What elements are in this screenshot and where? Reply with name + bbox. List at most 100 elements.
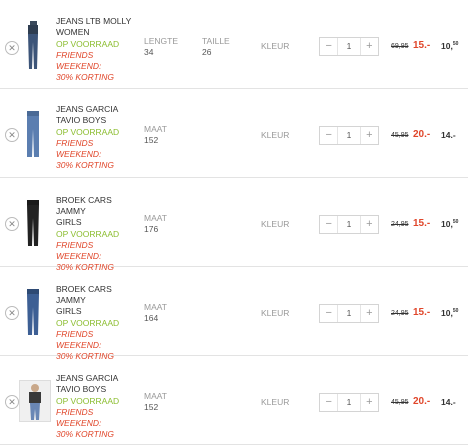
promo-text: Friends weekend: bbox=[56, 240, 102, 261]
product-name-line[interactable]: TAVIO BOYS bbox=[56, 384, 140, 395]
product-image[interactable] bbox=[20, 198, 46, 248]
stock-status: OP VOORRAAD bbox=[56, 39, 120, 49]
total-main: 14.- bbox=[441, 130, 456, 140]
promo-text: 30% korting bbox=[56, 72, 114, 82]
product-name-line[interactable]: GIRLS bbox=[56, 217, 140, 228]
product-info: JEANS GARCIA TAVIO BOYS OP VOORRAAD Frie… bbox=[56, 104, 140, 171]
product-name-line[interactable]: TAVIO BOYS bbox=[56, 115, 140, 126]
cart-list: ✕ JEANS LTB MOLLY WOMEN OP VOORRAAD Frie… bbox=[0, 0, 475, 448]
color-label: KLEUR bbox=[261, 397, 290, 407]
quantity-stepper: − 1 + bbox=[319, 126, 379, 145]
size-attribute: MAAT 176 bbox=[144, 213, 167, 235]
old-price: 24,95 bbox=[391, 221, 409, 228]
total-main: 10, bbox=[441, 308, 453, 318]
cart-row: ✕ JEANS GARCIA TAVIO BOYS OP VOORRAAD Fr… bbox=[0, 356, 468, 445]
attr-value: 152 bbox=[144, 402, 159, 412]
product-name-line[interactable]: JEANS GARCIA bbox=[56, 104, 140, 115]
promo-text: Friends weekend: bbox=[56, 50, 102, 71]
promo-text: 30% korting bbox=[56, 429, 114, 439]
color-label: KLEUR bbox=[261, 308, 290, 318]
quantity-stepper: − 1 + bbox=[319, 304, 379, 323]
cart-row: ✕ BROEK CARS JAMMY GIRLS OP VOORRAAD Fri… bbox=[0, 178, 468, 272]
close-icon[interactable]: ✕ bbox=[5, 41, 19, 55]
color-label: KLEUR bbox=[261, 219, 290, 229]
row-total: 10,50 bbox=[441, 41, 458, 51]
minus-icon[interactable]: − bbox=[320, 305, 337, 322]
attr-label: MAAT bbox=[144, 391, 167, 401]
close-icon[interactable]: ✕ bbox=[5, 217, 19, 231]
waist-attribute: TAILLE 26 bbox=[202, 36, 230, 58]
cart-row: ✕ JEANS LTB MOLLY WOMEN OP VOORRAAD Frie… bbox=[0, 0, 468, 89]
old-price: 24,95 bbox=[391, 310, 409, 317]
quantity-input[interactable]: 1 bbox=[337, 127, 361, 144]
total-cents: 50 bbox=[452, 41, 459, 47]
attr-value: 176 bbox=[144, 224, 159, 234]
quantity-input[interactable]: 1 bbox=[337, 394, 361, 411]
attr-value: 34 bbox=[144, 47, 154, 57]
row-total: 10,50 bbox=[441, 219, 458, 229]
stock-status: OP VOORRAAD bbox=[56, 127, 120, 137]
quantity-input[interactable]: 1 bbox=[337, 216, 361, 233]
quantity-stepper: − 1 + bbox=[319, 393, 379, 412]
attr-label: LENGTE bbox=[144, 36, 179, 46]
promo-text: Friends weekend: bbox=[56, 407, 102, 428]
plus-icon[interactable]: + bbox=[361, 38, 378, 55]
attr-label: MAAT bbox=[144, 124, 167, 134]
product-image[interactable] bbox=[20, 20, 46, 70]
new-price: 15.- bbox=[413, 218, 431, 229]
attr-label: MAAT bbox=[144, 213, 167, 223]
plus-icon[interactable]: + bbox=[361, 305, 378, 322]
stock-status: OP VOORRAAD bbox=[56, 396, 120, 406]
minus-icon[interactable]: − bbox=[320, 216, 337, 233]
stock-status: OP VOORRAAD bbox=[56, 318, 120, 328]
product-image[interactable] bbox=[20, 109, 46, 159]
row-total: 10,50 bbox=[441, 308, 458, 318]
product-info: JEANS GARCIA TAVIO BOYS OP VOORRAAD Frie… bbox=[56, 373, 140, 440]
minus-icon[interactable]: − bbox=[320, 394, 337, 411]
total-main: 14.- bbox=[441, 397, 456, 407]
product-name-line[interactable]: BROEK CARS JAMMY bbox=[56, 195, 140, 217]
new-price: 20.- bbox=[413, 129, 431, 140]
total-main: 10, bbox=[441, 219, 453, 229]
size-attribute: MAAT 152 bbox=[144, 124, 167, 146]
row-total: 14.- bbox=[441, 130, 456, 140]
product-name-line[interactable]: WOMEN bbox=[56, 27, 140, 38]
attr-value: 26 bbox=[202, 47, 212, 57]
quantity-input[interactable]: 1 bbox=[337, 305, 361, 322]
attr-label: MAAT bbox=[144, 302, 167, 312]
plus-icon[interactable]: + bbox=[361, 216, 378, 233]
product-name-line[interactable]: BROEK CARS JAMMY bbox=[56, 284, 140, 306]
attr-value: 164 bbox=[144, 313, 159, 323]
cart-row: ✕ BROEK CARS JAMMY GIRLS OP VOORRAAD Fri… bbox=[0, 267, 468, 361]
minus-icon[interactable]: − bbox=[320, 127, 337, 144]
old-price: 69,95 bbox=[391, 43, 409, 50]
product-name-line[interactable]: JEANS LTB MOLLY bbox=[56, 16, 140, 27]
close-icon[interactable]: ✕ bbox=[5, 128, 19, 142]
new-price: 15.- bbox=[413, 40, 431, 51]
promo-text: Friends weekend: bbox=[56, 138, 102, 159]
color-label: KLEUR bbox=[261, 130, 290, 140]
total-cents: 50 bbox=[452, 308, 459, 314]
length-attribute: LENGTE 34 bbox=[144, 36, 178, 58]
product-name-line[interactable]: JEANS GARCIA bbox=[56, 373, 140, 384]
quantity-input[interactable]: 1 bbox=[337, 38, 361, 55]
close-icon[interactable]: ✕ bbox=[5, 306, 19, 320]
product-name-line[interactable]: GIRLS bbox=[56, 306, 140, 317]
plus-icon[interactable]: + bbox=[361, 394, 378, 411]
row-total: 14.- bbox=[441, 397, 456, 407]
close-icon[interactable]: ✕ bbox=[5, 395, 19, 409]
minus-icon[interactable]: − bbox=[320, 38, 337, 55]
product-info: JEANS LTB MOLLY WOMEN OP VOORRAAD Friend… bbox=[56, 16, 140, 83]
new-price: 20.- bbox=[413, 396, 431, 407]
size-attribute: MAAT 164 bbox=[144, 302, 167, 324]
promo-text: 30% korting bbox=[56, 160, 114, 170]
product-image[interactable] bbox=[19, 380, 51, 422]
total-cents: 50 bbox=[452, 219, 459, 225]
total-main: 10, bbox=[441, 41, 453, 51]
product-image[interactable] bbox=[20, 287, 46, 337]
old-price: 45,95 bbox=[391, 399, 409, 406]
promo-text: Friends weekend: bbox=[56, 329, 102, 350]
attr-label: TAILLE bbox=[202, 36, 230, 46]
plus-icon[interactable]: + bbox=[361, 127, 378, 144]
product-info: BROEK CARS JAMMY GIRLS OP VOORRAAD Frien… bbox=[56, 284, 140, 362]
